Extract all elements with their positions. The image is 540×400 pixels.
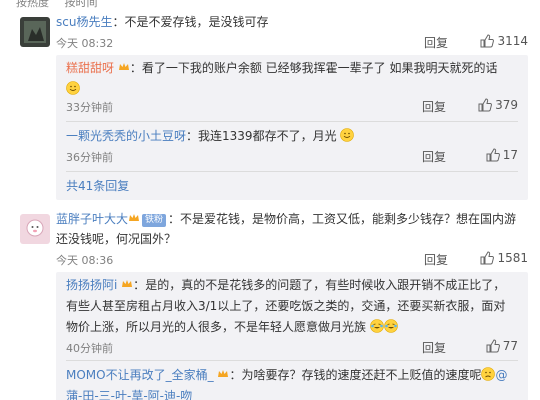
reply-text: 是的，真的不是花钱多的问题了，有些时候收入跟开销不成正比了，: [145, 278, 506, 292]
like-button[interactable]: 17: [486, 148, 518, 162]
sort-tabs: 按热度 按时间: [0, 0, 540, 8]
avatar[interactable]: [20, 17, 50, 47]
reply-button[interactable]: 回复: [422, 148, 446, 165]
comment-text-cont: 还没钱呢，何况国外？: [56, 232, 177, 246]
reply-username[interactable]: 糕甜甜呀: [66, 61, 114, 75]
like-count: 379: [495, 98, 518, 112]
thumbs-up-icon: [486, 148, 500, 162]
reply-button[interactable]: 回复: [424, 34, 448, 51]
mention-user[interactable]: 蒲-田-三-叶-草-阿-迪-吻: [66, 389, 192, 400]
reply-button[interactable]: 回复: [424, 251, 448, 268]
like-button[interactable]: 1581: [480, 251, 528, 265]
like-count: 3114: [497, 34, 528, 48]
smile-emoji-icon: [66, 81, 80, 95]
divider: [66, 360, 518, 361]
like-button[interactable]: 3114: [480, 34, 528, 48]
reply-username[interactable]: 一颗光秃秃的小土豆呀: [66, 129, 186, 143]
reply-item: MOMO不让再改了_全家桶_ ：为啥要存？存钱的速度还赶不上贬值的速度呢 @ 蒲-…: [66, 365, 518, 400]
fan-badge: 铁粉: [142, 214, 167, 227]
comment-time: 今天 08:36: [56, 254, 114, 267]
reply-list: 扬扬扬阿i ：是的，真的不是花钱多的问题了，有些时候收入跟开销不成正比了， 有些…: [56, 272, 528, 400]
reply-item: 一颗光秃秃的小土豆呀：我连1339都存不了，月光 36分钟前 回复 17: [66, 128, 518, 165]
mention-at[interactable]: @: [495, 368, 507, 382]
laugh-cry-emoji-icon: [384, 319, 398, 333]
like-count: 17: [502, 148, 518, 162]
reply-list: 糕甜甜呀 ：看了一下我的账户余额 已经够我挥霍一辈子了 如果我明天就死的话 33…: [56, 55, 528, 200]
reply-item: 扬扬扬阿i ：是的，真的不是花钱多的问题了，有些时候收入跟开销不成正比了， 有些…: [66, 278, 518, 356]
vip-crown-icon: [218, 370, 229, 377]
like-count: 1581: [497, 251, 528, 265]
reply-text-cont: 物价上涨，所以月光的人很多，不是年轻人愿意做月光族: [66, 320, 367, 334]
thumbs-up-icon: [480, 34, 495, 48]
thumbs-up-icon: [478, 98, 493, 112]
reply-time: 36分钟前: [66, 151, 113, 164]
comment-username[interactable]: scu杨先生: [56, 15, 112, 29]
smile-emoji-icon: [340, 128, 355, 142]
reply-text: 为啥要存？存钱的速度还赶不上贬值的速度呢: [241, 368, 482, 382]
vip-crown-icon: [118, 63, 129, 70]
vip-crown-icon: [129, 214, 140, 221]
like-button[interactable]: 379: [478, 98, 518, 112]
reply-button[interactable]: 回复: [422, 98, 446, 115]
like-button[interactable]: 77: [486, 339, 518, 353]
vip-crown-icon: [122, 280, 133, 287]
avatar[interactable]: [20, 214, 50, 244]
reply-text: 看了一下我的账户余额 已经够我挥霍一辈子了 如果我明天就死的话: [141, 61, 498, 75]
reply-username[interactable]: 扬扬扬阿i: [66, 278, 117, 292]
comment-text: 不是爱花钱，是物价高，工资又低，能剩多少钱存？想在国内游: [180, 212, 517, 226]
thumbs-up-icon: [480, 251, 495, 265]
reply-username[interactable]: MOMO不让再改了_全家桶_: [66, 368, 214, 382]
comment-time: 今天 08:32: [56, 37, 114, 50]
divider: [66, 121, 518, 122]
sort-by-time[interactable]: 按时间: [65, 0, 98, 8]
reply-time: 40分钟前: [66, 342, 113, 355]
thumbs-up-icon: [486, 339, 500, 353]
reply-time: 33分钟前: [66, 101, 113, 114]
comment-username[interactable]: 蓝胖子叶大大: [56, 212, 128, 226]
reply-button[interactable]: 回复: [422, 339, 446, 356]
divider: [66, 171, 518, 172]
comment-text: 不是不爱存钱，是没钱可存: [124, 15, 269, 29]
like-count: 77: [502, 339, 518, 353]
reply-item: 糕甜甜呀 ：看了一下我的账户余额 已经够我挥霍一辈子了 如果我明天就死的话 33…: [66, 61, 518, 115]
laugh-cry-emoji-icon: [370, 319, 384, 333]
sort-by-hot[interactable]: 按热度: [16, 0, 49, 8]
reply-text-cont: 有些人甚至房租占月收入3/1以上了，还要吃饭之类的，交通，还要买新衣服，面对: [66, 299, 506, 313]
reply-text: 我连1339都存不了，月光: [198, 129, 337, 143]
more-replies-link[interactable]: 共41条回复: [66, 177, 129, 194]
sad-emoji-icon: [481, 367, 496, 381]
